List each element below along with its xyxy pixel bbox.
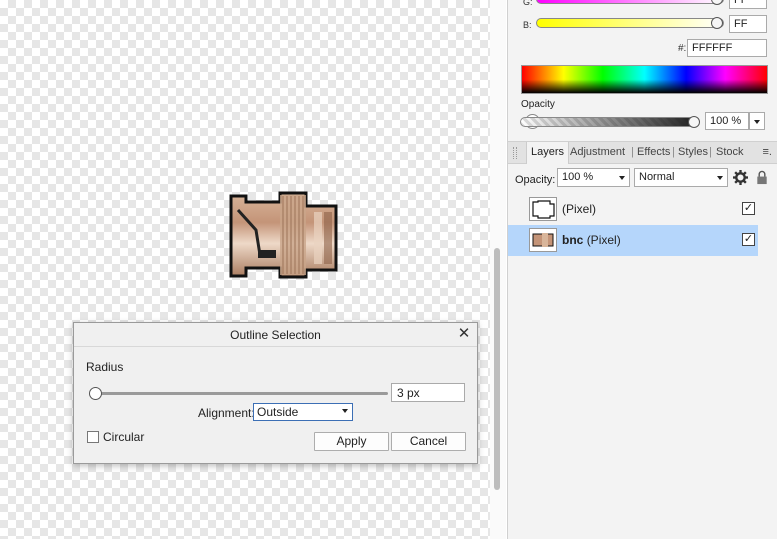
hex-label: #:: [678, 43, 687, 54]
canvas-vertical-scrollbar[interactable]: [490, 0, 506, 539]
b-channel-input[interactable]: FF: [729, 15, 767, 33]
opacity-slider[interactable]: [520, 117, 698, 127]
outline-selection-dialog: Outline Selection ✕ Radius 3 px Alignmen…: [73, 322, 478, 464]
layer-thumbnail: [529, 228, 557, 252]
g-channel-label: G:: [523, 0, 533, 7]
layer-opacity-dropdown[interactable]: 100 %: [557, 168, 630, 187]
radius-input[interactable]: 3 px: [391, 383, 465, 402]
dialog-title: Outline Selection: [230, 328, 321, 342]
panel-menu-icon[interactable]: ≡.: [763, 146, 772, 158]
grip-icon[interactable]: [513, 147, 517, 159]
circular-checkbox[interactable]: [87, 431, 99, 443]
blend-mode-dropdown[interactable]: Normal: [634, 168, 728, 187]
scrollbar-thumb[interactable]: [494, 248, 500, 490]
opacity-dropdown-button[interactable]: [749, 112, 765, 130]
opacity-slider-thumb[interactable]: [688, 116, 700, 128]
tab-styles[interactable]: Styles: [678, 146, 708, 158]
tab-separator: |: [672, 146, 675, 158]
chevron-down-icon: [754, 120, 760, 124]
studio-panel: G: FF B: FF #: FFFFFF Opacity 100 % Laye…: [507, 0, 777, 539]
g-channel-input[interactable]: FF: [729, 0, 767, 9]
opacity-label: Opacity: [521, 99, 555, 110]
close-icon[interactable]: ✕: [455, 325, 473, 343]
layer-visibility-checkbox[interactable]: ✓: [742, 233, 755, 246]
chevron-down-icon: [717, 176, 723, 180]
tab-separator: |: [631, 146, 634, 158]
blend-mode-value: Normal: [639, 171, 675, 183]
g-channel-slider[interactable]: [536, 0, 724, 4]
radius-label: Radius: [86, 360, 124, 374]
circular-label: Circular: [103, 430, 145, 444]
alignment-label: Alignment:: [198, 406, 255, 420]
color-spectrum[interactable]: [521, 65, 768, 94]
chevron-down-icon: [619, 176, 625, 180]
gear-icon[interactable]: [733, 170, 748, 185]
tab-layers[interactable]: Layers: [526, 142, 570, 164]
layer-row[interactable]: (Pixel) ✓: [508, 194, 758, 225]
tab-adjustment[interactable]: Adjustment: [570, 146, 625, 158]
layer-thumbnail: [529, 197, 557, 221]
tab-effects[interactable]: Effects: [637, 146, 670, 158]
alignment-value: Outside: [257, 405, 299, 419]
b-channel-label: B:: [523, 20, 532, 30]
dialog-titlebar[interactable]: Outline Selection ✕: [74, 323, 477, 347]
g-channel-thumb[interactable]: [711, 0, 723, 5]
chevron-down-icon: [342, 409, 348, 413]
b-channel-thumb[interactable]: [711, 17, 723, 29]
bnc-connector-image: [229, 191, 338, 279]
layer-name: (Pixel): [562, 202, 597, 216]
tab-stock[interactable]: Stock: [716, 146, 744, 158]
apply-button[interactable]: Apply: [314, 432, 389, 451]
b-channel-slider[interactable]: [536, 18, 724, 28]
panel-tabbar: Layers Adjustment | Effects | Styles | S…: [508, 141, 777, 164]
layer-row-selected[interactable]: bnc (Pixel) ✓: [508, 225, 758, 256]
radius-slider-thumb[interactable]: [89, 387, 102, 400]
alignment-dropdown[interactable]: Outside: [253, 403, 353, 421]
lock-icon[interactable]: [756, 170, 768, 185]
layer-name: bnc (Pixel): [562, 233, 621, 247]
layer-opacity-label: Opacity:: [515, 174, 556, 186]
hex-input[interactable]: FFFFFF: [687, 39, 767, 57]
tab-separator: |: [709, 146, 712, 158]
layer-opacity-value: 100 %: [562, 171, 594, 183]
opacity-input[interactable]: 100 %: [705, 112, 749, 130]
layer-visibility-checkbox[interactable]: ✓: [742, 202, 755, 215]
cancel-button[interactable]: Cancel: [391, 432, 466, 451]
radius-slider-track[interactable]: [96, 392, 388, 395]
